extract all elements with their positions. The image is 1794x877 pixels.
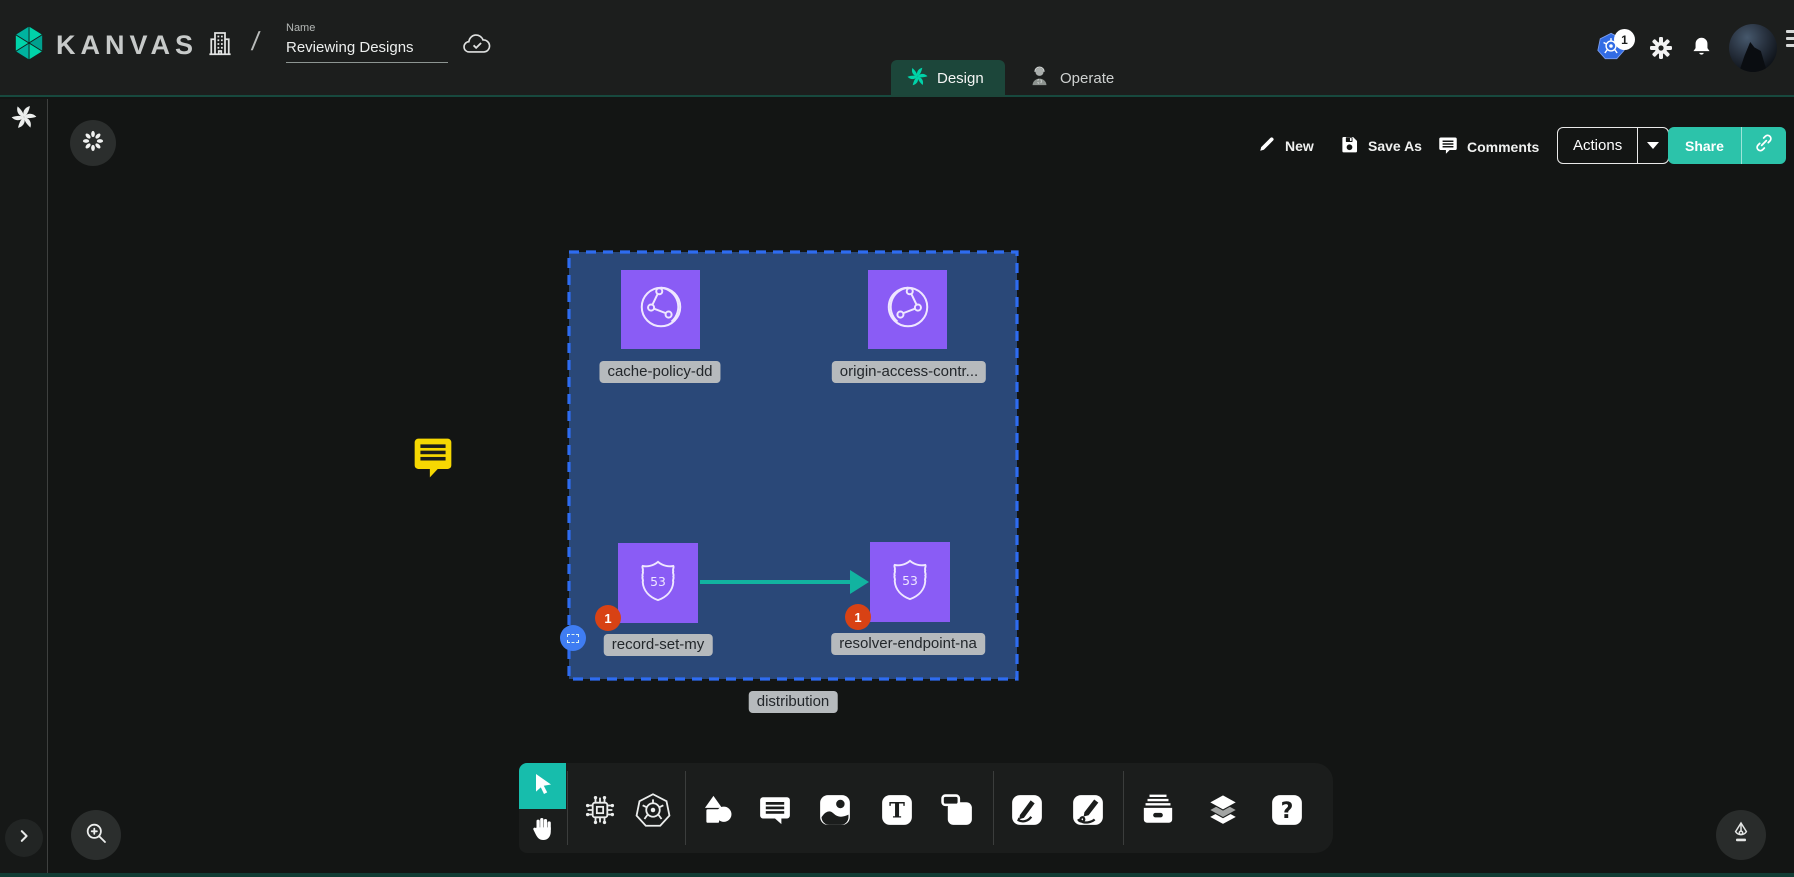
canvas-options-button[interactable] [70, 120, 116, 166]
new-button-label: New [1285, 138, 1314, 154]
design-name-label: Name [286, 22, 448, 34]
kanvas-logo: KANVAS [12, 24, 198, 67]
design-swirl-icon [907, 66, 928, 91]
comment-marker-icon[interactable] [412, 436, 454, 485]
pen-nib-icon [1729, 821, 1753, 850]
dot-grid-flower-icon [82, 130, 104, 157]
svg-text:53: 53 [650, 575, 666, 589]
breadcrumb-separator: / [250, 26, 262, 57]
pencil-draw-tool[interactable] [1070, 792, 1106, 828]
pan-hand-tool-button[interactable] [519, 809, 566, 853]
caret-down-icon [1647, 142, 1659, 149]
globe-network-icon [880, 279, 936, 340]
group-label-distribution: distribution [749, 691, 838, 713]
error-badge-record-set[interactable]: 1 [595, 605, 621, 631]
route53-shield-icon: 53 [631, 554, 685, 613]
shapes-tool[interactable] [699, 792, 735, 828]
tab-operate[interactable]: Operate [1012, 60, 1130, 97]
share-split-button[interactable]: Share [1668, 127, 1786, 164]
node-label-cache-policy: cache-policy-dd [599, 361, 720, 383]
operate-person-icon [1028, 65, 1051, 92]
group-handle[interactable] [560, 625, 586, 651]
kubernetes-wheel-tool[interactable] [635, 792, 671, 828]
save-as-button[interactable]: Save As [1340, 135, 1422, 157]
actions-dropdown-toggle[interactable] [1637, 128, 1668, 163]
design-name-input[interactable] [286, 37, 448, 63]
node-label-record-set: record-set-my [604, 634, 713, 656]
new-pencil-icon [1258, 135, 1276, 156]
tab-design-label: Design [937, 70, 984, 87]
expand-sidebar-button[interactable] [5, 819, 43, 857]
svg-text:53: 53 [902, 574, 918, 588]
save-as-button-label: Save As [1368, 138, 1422, 154]
tab-design[interactable]: Design [891, 60, 1005, 97]
route53-shield-icon: 53 [883, 553, 937, 612]
globe-network-icon [633, 279, 689, 340]
sidebar-swirl-icon[interactable] [11, 104, 37, 135]
comments-button-label: Comments [1467, 139, 1539, 155]
error-badge-resolver-endpoint[interactable]: 1 [845, 604, 871, 630]
copy-link-button[interactable] [1741, 127, 1786, 164]
cloud-saved-icon [462, 33, 492, 62]
layers-tool[interactable] [1205, 792, 1241, 828]
help-tool[interactable]: ? [1269, 792, 1305, 828]
component-chip-tool[interactable] [582, 792, 618, 828]
chevron-right-icon [15, 827, 33, 850]
left-sidebar [0, 99, 48, 877]
node-record-set[interactable]: 53 [618, 543, 698, 623]
actions-split-button[interactable]: Actions [1557, 127, 1669, 164]
edge-record-to-resolver[interactable] [700, 580, 852, 584]
group-handle-dashed-square-icon [567, 634, 579, 643]
tab-operate-label: Operate [1060, 70, 1114, 87]
share-link-icon [1754, 133, 1774, 158]
edge-arrowhead [850, 570, 869, 594]
new-button[interactable]: New [1258, 135, 1314, 156]
node-label-resolver-endpoint: resolver-endpoint-na [831, 633, 985, 655]
save-floppy-icon [1340, 135, 1359, 157]
select-tool-button[interactable] [519, 763, 566, 809]
svg-text:T: T [889, 799, 905, 824]
annotation-pen-button[interactable] [1716, 810, 1766, 860]
image-tool[interactable] [817, 792, 853, 828]
share-button-label[interactable]: Share [1668, 127, 1741, 164]
drawer-archive-tool[interactable] [1140, 792, 1176, 828]
bottom-accent-line [0, 873, 1794, 877]
app-header: KANVAS / Name [0, 0, 1794, 97]
select-cursor-icon [531, 772, 555, 801]
design-name-field: Name [286, 22, 448, 63]
zoom-in-button[interactable] [71, 810, 121, 860]
settings-gear-icon[interactable] [1649, 36, 1673, 65]
node-cache-policy[interactable] [621, 270, 700, 349]
frame-tool[interactable] [939, 792, 975, 828]
node-label-origin-access-control: origin-access-contr... [832, 361, 986, 383]
menu-hamburger-icon[interactable] [1786, 30, 1794, 51]
zoom-in-magnifier-icon [84, 821, 108, 850]
notifications-bell-icon[interactable] [1690, 35, 1713, 65]
comments-bubble-icon [1438, 135, 1458, 158]
logo-wordmark: KANVAS [56, 30, 198, 61]
comments-button[interactable]: Comments [1438, 135, 1539, 158]
node-resolver-endpoint[interactable]: 53 [870, 542, 950, 622]
pan-hand-icon [530, 816, 556, 847]
user-avatar[interactable] [1729, 24, 1777, 72]
text-tool[interactable]: T [879, 792, 915, 828]
tool-dock: T [519, 763, 1333, 853]
kanvas-hexagon-icon [12, 24, 46, 67]
comment-tool[interactable] [757, 792, 793, 828]
actions-button-label[interactable]: Actions [1558, 128, 1637, 163]
svg-text:?: ? [1281, 799, 1294, 824]
edge-pen-tool[interactable] [1009, 792, 1045, 828]
organization-building-icon[interactable] [205, 28, 235, 63]
node-origin-access-control[interactable] [868, 270, 947, 349]
kubernetes-count-badge: 1 [1614, 29, 1635, 50]
